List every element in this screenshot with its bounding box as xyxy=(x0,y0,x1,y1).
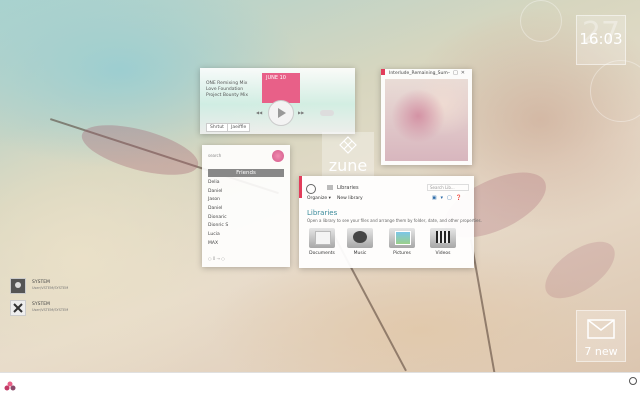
folder-pictures[interactable]: Pictures xyxy=(387,228,417,256)
music-folder-icon xyxy=(347,228,373,248)
previous-icon[interactable]: ◀◀ xyxy=(256,110,262,115)
page-title: Libraries xyxy=(307,209,338,217)
organize-button[interactable]: Organize ▾ xyxy=(307,196,331,201)
libraries-explorer-window[interactable]: Libraries Search Lib... Organize ▾ New l… xyxy=(299,176,482,268)
page-description: Open a library to see your files and arr… xyxy=(307,218,482,223)
user-entry[interactable]: SYSTEM User/VSTEM/SYSTEM xyxy=(10,300,70,316)
flower-avatar-icon xyxy=(272,150,284,162)
breadcrumb[interactable]: Libraries xyxy=(337,185,359,191)
window-accent xyxy=(299,176,302,198)
folder-label: Videos xyxy=(435,251,451,256)
back-button[interactable] xyxy=(306,184,316,194)
pictures-folder-icon xyxy=(389,228,415,248)
mail-count: 7 new xyxy=(584,345,618,358)
friends-panel[interactable]: search Friends Delia Daniel Jason Daniel… xyxy=(202,145,290,267)
friends-footer[interactable]: ○ 0 → ○ xyxy=(208,256,225,261)
window-accent xyxy=(381,69,385,75)
repeat-button[interactable]: Jaeiffle xyxy=(227,123,251,132)
list-item[interactable]: Daniel xyxy=(208,206,228,215)
shuffle-button[interactable]: Shrtut xyxy=(206,123,228,132)
album-label: JUNE 10 xyxy=(266,75,286,81)
start-flower-icon[interactable] xyxy=(4,381,16,393)
zune-mark-icon xyxy=(339,136,357,154)
list-item[interactable]: Dionric S xyxy=(208,223,228,232)
folder-label: Music xyxy=(353,251,367,256)
plant-flower xyxy=(535,230,625,310)
clock-tile[interactable]: 27 16:03 xyxy=(576,15,626,65)
zune-logo[interactable]: zune xyxy=(322,132,374,180)
power-icon[interactable] xyxy=(629,377,637,385)
friends-heading: Friends xyxy=(208,169,284,177)
list-item[interactable]: MAX xyxy=(208,241,228,250)
user-subtitle: User/VSTEM/SYSTEM xyxy=(32,286,69,290)
desktop-wallpaper: 27 16:03 7 new ONE Remixing Mix Love Fou… xyxy=(0,0,640,372)
videos-folder-icon xyxy=(430,228,456,248)
search-input[interactable]: Search Lib... xyxy=(427,184,469,191)
document-folder-icon xyxy=(309,228,335,248)
bokeh-circle xyxy=(590,60,640,122)
window-controls[interactable]: –□✕ xyxy=(448,70,468,76)
taskbar xyxy=(0,372,640,401)
play-button[interactable] xyxy=(268,100,294,126)
user-name: SYSTEM xyxy=(32,302,50,307)
user-silhouette-icon xyxy=(10,278,26,294)
user-name: SYSTEM xyxy=(32,280,50,285)
list-item[interactable]: Lucia xyxy=(208,232,228,241)
list-item[interactable]: Jason xyxy=(208,197,228,206)
folder-music[interactable]: Music xyxy=(345,228,375,256)
volume-slider[interactable] xyxy=(320,110,334,116)
next-icon[interactable]: ▶▶ xyxy=(298,110,304,115)
track-album: Project Bounty Mix xyxy=(206,93,249,98)
new-library-button[interactable]: New library xyxy=(337,196,363,201)
photo-preview xyxy=(385,79,468,161)
list-item[interactable]: Delia xyxy=(208,180,228,189)
track-title: ONE Remixing Mix xyxy=(206,81,248,86)
folder-documents[interactable]: Documents xyxy=(307,228,337,256)
album-art: JUNE 10 xyxy=(262,73,300,103)
folder-label: Documents xyxy=(309,251,335,256)
plant-flower xyxy=(76,115,204,185)
zune-wordmark: zune xyxy=(328,156,368,175)
music-player-widget[interactable]: ONE Remixing Mix Love Foundation Project… xyxy=(200,68,355,134)
x-app-icon xyxy=(10,300,26,316)
folder-label: Pictures xyxy=(393,251,411,256)
envelope-icon xyxy=(587,319,615,339)
image-viewer-window[interactable]: Interlude_Remaining_Sum –□✕ xyxy=(381,69,472,165)
friends-list: Delia Daniel Jason Daniel Dionaric Dionr… xyxy=(208,180,228,250)
track-artist: Love Foundation xyxy=(206,87,244,92)
libraries-icon xyxy=(327,185,333,190)
plant-stem xyxy=(470,239,499,372)
bokeh-circle xyxy=(520,0,562,42)
clock-time: 16:03 xyxy=(579,30,623,48)
friends-search[interactable]: search xyxy=(208,153,221,158)
folder-videos[interactable]: Videos xyxy=(428,228,458,256)
user-subtitle: User/VSTEM/SYSTEM xyxy=(32,308,69,312)
viewer-title: Interlude_Remaining_Sum xyxy=(389,71,448,76)
user-entry[interactable]: SYSTEM User/VSTEM/SYSTEM xyxy=(10,278,70,294)
mail-tile[interactable]: 7 new xyxy=(576,310,626,362)
view-options-icon[interactable]: ▣▾▢❓ xyxy=(432,195,466,201)
